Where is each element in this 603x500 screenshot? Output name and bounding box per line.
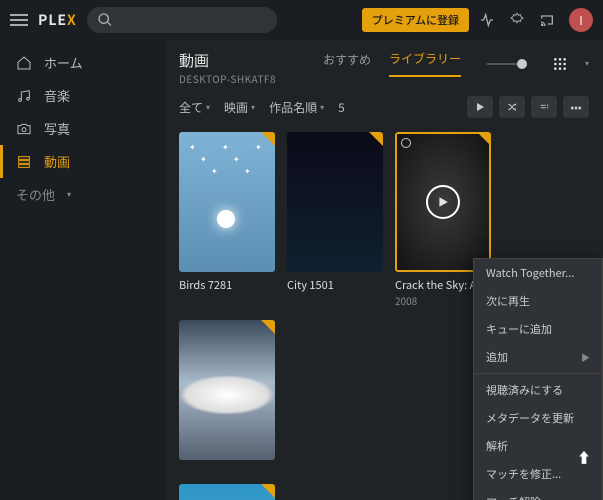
- activity-icon[interactable]: [479, 12, 495, 28]
- poster[interactable]: ✦✦✦✦✦✦✦: [179, 132, 275, 272]
- chevron-right-icon: ▶: [581, 351, 590, 364]
- media-title[interactable]: City 1501: [287, 277, 383, 293]
- menu-item-label: 次に再生: [486, 293, 530, 309]
- search-input[interactable]: [87, 7, 277, 33]
- media-card: City 1501: [287, 132, 383, 308]
- menu-icon[interactable]: [10, 11, 28, 29]
- sidebar-item-photos[interactable]: 写真: [0, 112, 165, 145]
- sidebar-item-music[interactable]: 音楽: [0, 79, 165, 112]
- chevron-down-icon[interactable]: ▾: [585, 58, 589, 69]
- grid-icon[interactable]: [553, 57, 567, 71]
- play-overlay[interactable]: [395, 132, 491, 272]
- logo[interactable]: PLEX: [38, 10, 77, 30]
- main-content: 動画 DESKTOP-SHKATF8 おすすめ ライブラリー ▾ 全て▾ 映画▾…: [165, 40, 603, 500]
- item-count: 5: [338, 99, 345, 116]
- menu-item-label: 追加: [486, 349, 508, 365]
- menu-item-label: 視聴済みにする: [486, 382, 563, 398]
- camera-icon: [16, 121, 32, 137]
- size-slider[interactable]: [487, 63, 527, 65]
- unwatched-badge: [261, 484, 275, 498]
- media-card: Sunset 10467: [179, 484, 275, 500]
- sidebar-item-other[interactable]: その他 ▾: [0, 178, 165, 211]
- more-button[interactable]: •••: [563, 96, 589, 118]
- media-card: ✦✦✦✦✦✦✦ Birds 7281: [179, 132, 275, 308]
- sidebar-item-label: 動画: [44, 152, 70, 171]
- video-icon: [16, 154, 32, 170]
- topbar: PLEX プレミアムに登録 I: [0, 0, 603, 40]
- menu-item-label: マッチを修正...: [486, 466, 561, 482]
- menu-item-label: メタデータを更新: [486, 410, 574, 426]
- progress-ring: [401, 138, 411, 148]
- tab-library[interactable]: ライブラリー: [389, 50, 461, 77]
- poster[interactable]: [395, 132, 491, 272]
- poster[interactable]: [287, 132, 383, 272]
- context-menu-item[interactable]: 次に再生: [474, 287, 602, 315]
- media-title[interactable]: Birds 7281: [179, 277, 275, 293]
- edit-button[interactable]: [531, 96, 557, 118]
- server-name: DESKTOP-SHKATF8: [179, 71, 276, 86]
- search-icon: [97, 12, 113, 28]
- music-icon: [16, 88, 32, 104]
- context-menu-item[interactable]: メタデータを更新: [474, 404, 602, 432]
- sidebar-item-label: 音楽: [44, 86, 70, 105]
- sidebar-item-home[interactable]: ホーム: [0, 46, 165, 79]
- filter-sort[interactable]: 作品名順▾: [269, 99, 324, 116]
- menu-item-label: 解析: [486, 438, 508, 454]
- play-button[interactable]: [467, 96, 493, 118]
- settings-icon[interactable]: [509, 12, 525, 28]
- context-menu-item[interactable]: 追加 ▶: [474, 343, 602, 371]
- context-menu-item[interactable]: Watch Together...: [474, 259, 602, 287]
- sidebar: ホーム 音楽 写真 動画 その他 ▾: [0, 40, 165, 500]
- chevron-down-icon: ▾: [67, 189, 71, 200]
- filter-all[interactable]: 全て▾: [179, 99, 210, 116]
- premium-button[interactable]: プレミアムに登録: [362, 8, 469, 32]
- sidebar-item-label: 写真: [44, 119, 70, 138]
- context-menu-item[interactable]: 視聴済みにする: [474, 376, 602, 404]
- shuffle-button[interactable]: [499, 96, 525, 118]
- menu-separator: [474, 373, 602, 374]
- poster[interactable]: [179, 484, 275, 500]
- tab-recommended[interactable]: おすすめ: [323, 51, 371, 76]
- media-card: [179, 320, 275, 460]
- play-icon: [426, 185, 460, 219]
- cursor-icon: ⬆: [577, 448, 591, 468]
- unwatched-badge: [369, 132, 383, 146]
- context-menu-item[interactable]: キューに追加: [474, 315, 602, 343]
- sidebar-item-videos[interactable]: 動画: [0, 145, 165, 178]
- context-menu-item[interactable]: マッチ解除: [474, 488, 602, 500]
- sidebar-item-label: その他: [16, 185, 55, 204]
- page-title: 動画: [179, 50, 276, 71]
- cast-icon[interactable]: [539, 12, 555, 28]
- unwatched-badge: [261, 320, 275, 334]
- avatar[interactable]: I: [569, 8, 593, 32]
- filter-kind[interactable]: 映画▾: [224, 99, 255, 116]
- menu-item-label: キューに追加: [486, 321, 552, 337]
- poster[interactable]: [179, 320, 275, 460]
- home-icon: [16, 55, 32, 71]
- sidebar-item-label: ホーム: [44, 53, 83, 72]
- unwatched-badge: [261, 132, 275, 146]
- menu-item-label: Watch Together...: [486, 265, 574, 281]
- menu-item-label: マッチ解除: [486, 494, 541, 500]
